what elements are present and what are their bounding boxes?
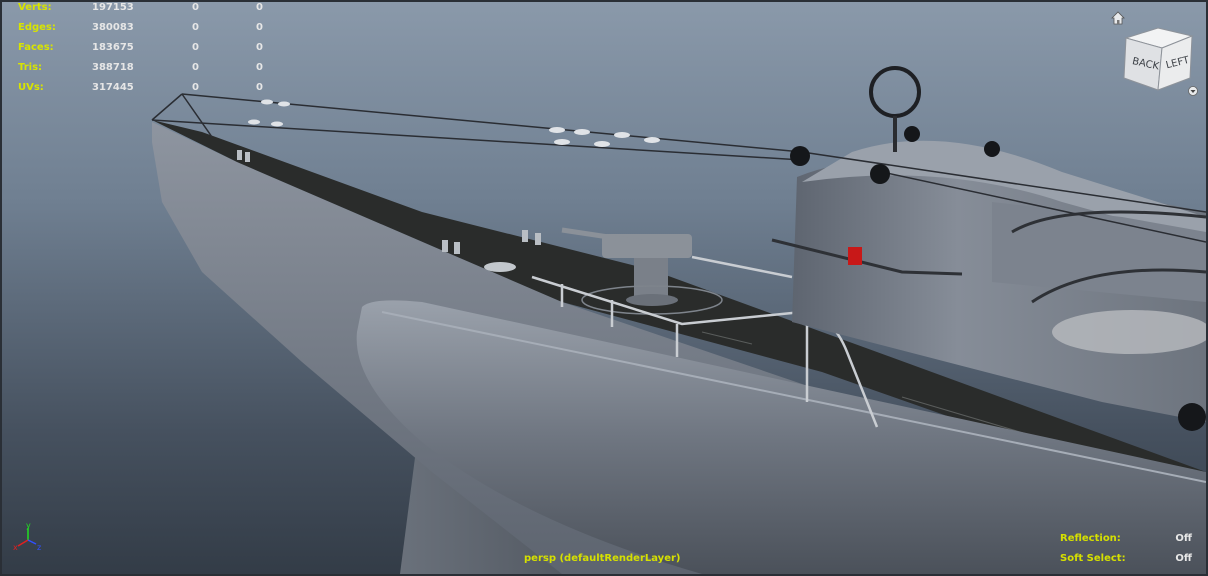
tower-platform-grating — [1052, 310, 1206, 354]
stat-other: 0 — [256, 42, 263, 53]
stat-row-edges: Edges: 380083 0 0 — [18, 22, 278, 42]
stat-row-tris: Tris: 388718 0 0 — [18, 62, 278, 82]
axis-x-label: x — [13, 543, 18, 552]
stat-value: 183675 — [92, 42, 134, 53]
stat-label: UVs: — [18, 82, 44, 93]
stat-selected: 0 — [192, 2, 199, 13]
stat-selected: 0 — [192, 62, 199, 73]
stat-label: Faces: — [18, 42, 54, 53]
stat-selected: 0 — [192, 42, 199, 53]
stat-value: 380083 — [92, 22, 134, 33]
viewcube[interactable]: BACK LEFT — [1118, 24, 1198, 96]
soft-select-hud: Soft Select: Off — [1060, 553, 1196, 567]
stat-other: 0 — [256, 2, 263, 13]
stat-row-uvs: UVs: 317445 0 0 — [18, 82, 278, 102]
viewcube-menu-icon[interactable] — [1188, 86, 1198, 96]
stat-value: 317445 — [92, 82, 134, 93]
stat-label: Verts: — [18, 2, 52, 13]
axis-gizmo: y x z — [13, 522, 41, 552]
soft-select-label: Soft Select: — [1060, 553, 1126, 564]
stat-other: 0 — [256, 62, 263, 73]
reflection-hud: Reflection: Off — [1060, 533, 1196, 547]
stat-other: 0 — [256, 22, 263, 33]
soft-select-value: Off — [1175, 553, 1192, 564]
stat-label: Tris: — [18, 62, 43, 73]
camera-label: persp (defaultRenderLayer) — [524, 553, 681, 564]
stat-row-verts: Verts: 197153 0 0 — [18, 2, 278, 22]
axis-y-label: y — [26, 522, 31, 530]
stat-selected: 0 — [192, 82, 199, 93]
stat-value: 388718 — [92, 62, 134, 73]
reflection-label: Reflection: — [1060, 533, 1121, 544]
periscope-ring — [869, 66, 921, 118]
reflection-value: Off — [1175, 533, 1192, 544]
axis-z-label: z — [37, 543, 41, 552]
red-marker — [848, 247, 862, 265]
stat-row-faces: Faces: 183675 0 0 — [18, 42, 278, 62]
poly-count-hud: Verts: 197153 0 0 Edges: 380083 0 0 Face… — [18, 2, 278, 102]
stat-value: 197153 — [92, 2, 134, 13]
stat-other: 0 — [256, 82, 263, 93]
stat-label: Edges: — [18, 22, 56, 33]
maya-viewport[interactable]: Verts: 197153 0 0 Edges: 380083 0 0 Face… — [0, 0, 1208, 576]
stat-selected: 0 — [192, 22, 199, 33]
